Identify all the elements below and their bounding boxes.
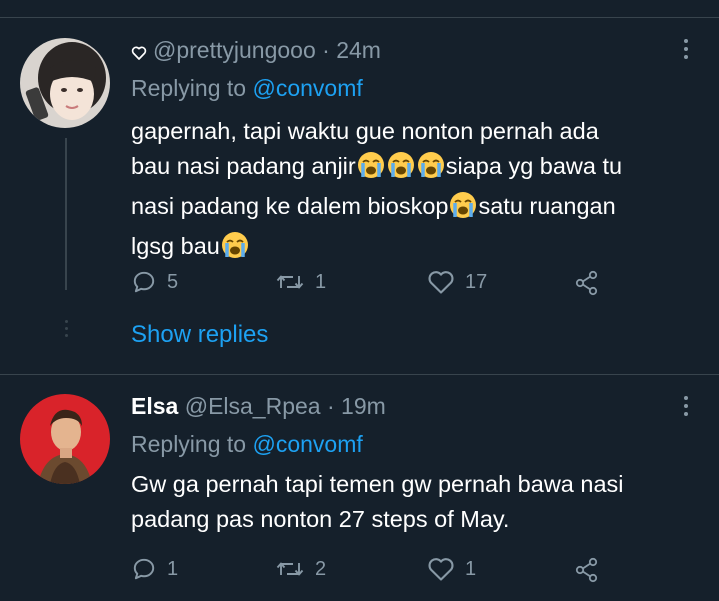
tweet-header: Elsa @Elsa_Rpea · 19m [131, 392, 386, 420]
tweet-text: gapernah, tapi waktu gue nonton pernah a… [131, 114, 622, 269]
reply-count: 1 [167, 557, 179, 580]
crying-face-emoji [357, 151, 385, 189]
reply-button[interactable]: 1 [131, 556, 178, 582]
separator-dot: · [326, 393, 335, 419]
reply-icon [131, 269, 157, 295]
more-options-icon[interactable] [683, 396, 689, 420]
crying-face-emoji [449, 191, 477, 229]
timestamp[interactable]: 24m [336, 37, 381, 63]
text-segment: gapernah, tapi waktu gue nonton pernah a… [131, 118, 599, 144]
like-button[interactable]: 1 [427, 556, 476, 582]
text-segment: padang pas nonton 27 steps of May. [131, 506, 510, 532]
text-segment: lgsg bau [131, 233, 220, 259]
retweet-count: 1 [315, 270, 327, 293]
retweet-button[interactable]: 2 [275, 556, 326, 582]
tweet-text: Gw ga pernah tapi temen gw pernah bawa n… [131, 467, 624, 537]
avatar[interactable] [20, 394, 110, 484]
tweet-text-line: gapernah, tapi waktu gue nonton pernah a… [131, 114, 622, 149]
user-handle[interactable]: @Elsa_Rpea [185, 393, 321, 419]
crying-face-emoji [387, 151, 415, 189]
text-segment: siapa yg bawa tu [445, 153, 623, 179]
avatar[interactable] [20, 38, 110, 128]
like-button[interactable]: 17 [427, 269, 487, 295]
display-name[interactable]: Elsa [131, 393, 178, 419]
thread-line [65, 138, 67, 290]
tweet-actions: 5 1 17 [131, 269, 611, 299]
more-options-icon[interactable] [683, 39, 689, 63]
share-icon [573, 556, 601, 584]
tweet-text-line: padang pas nonton 27 steps of May. [131, 502, 624, 537]
crying-face-emoji [417, 151, 445, 189]
separator-dot: · [322, 37, 330, 63]
text-segment: Gw ga pernah tapi temen gw pernah bawa n… [131, 471, 624, 497]
tweet-header: @prettyjungooo · 24m [131, 36, 381, 67]
retweet-icon [275, 269, 305, 295]
tweet-text-line: nasi padang ke dalem bioskop satu ruangan [131, 189, 622, 229]
reply-button[interactable]: 5 [131, 269, 178, 295]
timestamp[interactable]: 19m [341, 393, 386, 419]
text-segment: nasi padang ke dalem bioskop [131, 193, 449, 219]
replying-to: Replying to @convomf [131, 74, 363, 102]
heart-icon [427, 269, 455, 295]
timeline: @prettyjungooo · 24m Replying to @convom… [0, 0, 719, 601]
divider [0, 17, 719, 18]
mention-link[interactable]: @convomf [252, 75, 362, 101]
replying-to: Replying to @convomf [131, 430, 363, 458]
retweet-button[interactable]: 1 [275, 269, 326, 295]
tweet-text-line: Gw ga pernah tapi temen gw pernah bawa n… [131, 467, 624, 502]
retweet-icon [275, 556, 305, 582]
heart-outline-icon [131, 39, 147, 67]
like-count: 1 [465, 557, 477, 580]
text-segment: bau nasi padang anjir [131, 153, 356, 179]
tweet-actions: 1 2 1 [131, 556, 611, 586]
share-button[interactable] [573, 556, 601, 584]
thread-dots [62, 320, 70, 350]
tweet-text-line: bau nasi padang anjir siapa yg bawa tu [131, 149, 622, 189]
crying-face-emoji [221, 231, 249, 269]
replying-prefix: Replying to [131, 431, 247, 457]
user-handle[interactable]: @prettyjungooo [153, 37, 316, 63]
text-segment: satu ruangan [478, 193, 616, 219]
like-count: 17 [465, 270, 488, 293]
reply-icon [131, 556, 157, 582]
share-button[interactable] [573, 269, 601, 297]
heart-icon [427, 556, 455, 582]
reply-count: 5 [167, 270, 179, 293]
tweet-text-line: lgsg bau [131, 229, 622, 269]
divider [0, 374, 719, 375]
show-replies-link[interactable]: Show replies [131, 321, 268, 349]
replying-prefix: Replying to [131, 75, 247, 101]
mention-link[interactable]: @convomf [252, 431, 362, 457]
share-icon [573, 269, 601, 297]
retweet-count: 2 [315, 557, 327, 580]
